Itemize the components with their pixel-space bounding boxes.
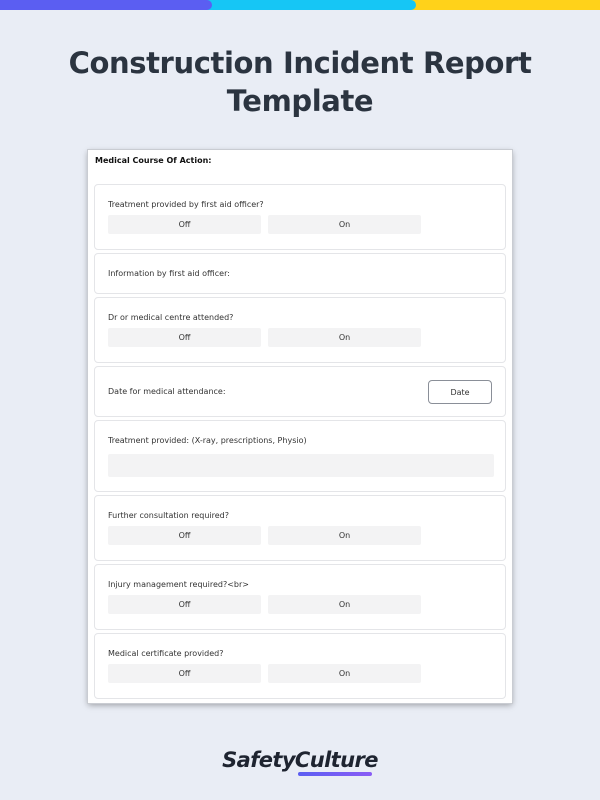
question-label: Further consultation required? [108,511,229,520]
section-heading: Medical Course Of Action: [95,156,212,165]
accent-bar-cyan [206,0,416,10]
toggle-on-button[interactable]: On [268,595,421,614]
question-label: Information by first aid officer: [108,269,230,278]
question-first-aid-info[interactable]: Information by first aid officer: [94,253,506,294]
question-further-consultation: Further consultation required? Off On [94,495,506,561]
question-first-aid-treatment: Treatment provided by first aid officer?… [94,184,506,250]
question-label: Treatment provided: (X-ray, prescription… [108,436,307,445]
top-accent-bar [0,0,600,10]
question-label: Injury management required?<br> [108,580,249,589]
toggle-off-button[interactable]: Off [108,328,261,347]
question-treatment-provided: Treatment provided: (X-ray, prescription… [94,420,506,492]
toggle-off-button[interactable]: Off [108,215,261,234]
toggle-on-button[interactable]: On [268,664,421,683]
page-title: Construction Incident Report Template [68,46,532,118]
date-picker-button[interactable]: Date [428,380,492,404]
treatment-text-input[interactable] [108,454,494,477]
question-medical-centre-attended: Dr or medical centre attended? Off On [94,297,506,363]
accent-bar-yellow [410,0,600,10]
form-screenshot: Medical Course Of Action: Treatment prov… [88,150,512,703]
question-label: Date for medical attendance: [108,387,226,396]
brand-logo: SafetyCulture [222,748,378,776]
question-medical-certificate: Medical certificate provided? Off On [94,633,506,699]
question-label: Treatment provided by first aid officer? [108,200,264,209]
brand-footer: SafetyCulture [0,748,600,776]
question-label: Dr or medical centre attended? [108,313,234,322]
accent-bar-purple [0,0,212,10]
question-label: Medical certificate provided? [108,649,224,658]
question-attendance-date: Date for medical attendance: Date [94,366,506,417]
brand-underline [298,772,373,776]
toggle-off-button[interactable]: Off [108,664,261,683]
toggle-on-button[interactable]: On [268,215,421,234]
question-injury-management: Injury management required?<br> Off On [94,564,506,630]
brand-name: SafetyCulture [222,748,378,772]
toggle-off-button[interactable]: Off [108,595,261,614]
toggle-off-button[interactable]: Off [108,526,261,545]
toggle-on-button[interactable]: On [268,526,421,545]
toggle-on-button[interactable]: On [268,328,421,347]
